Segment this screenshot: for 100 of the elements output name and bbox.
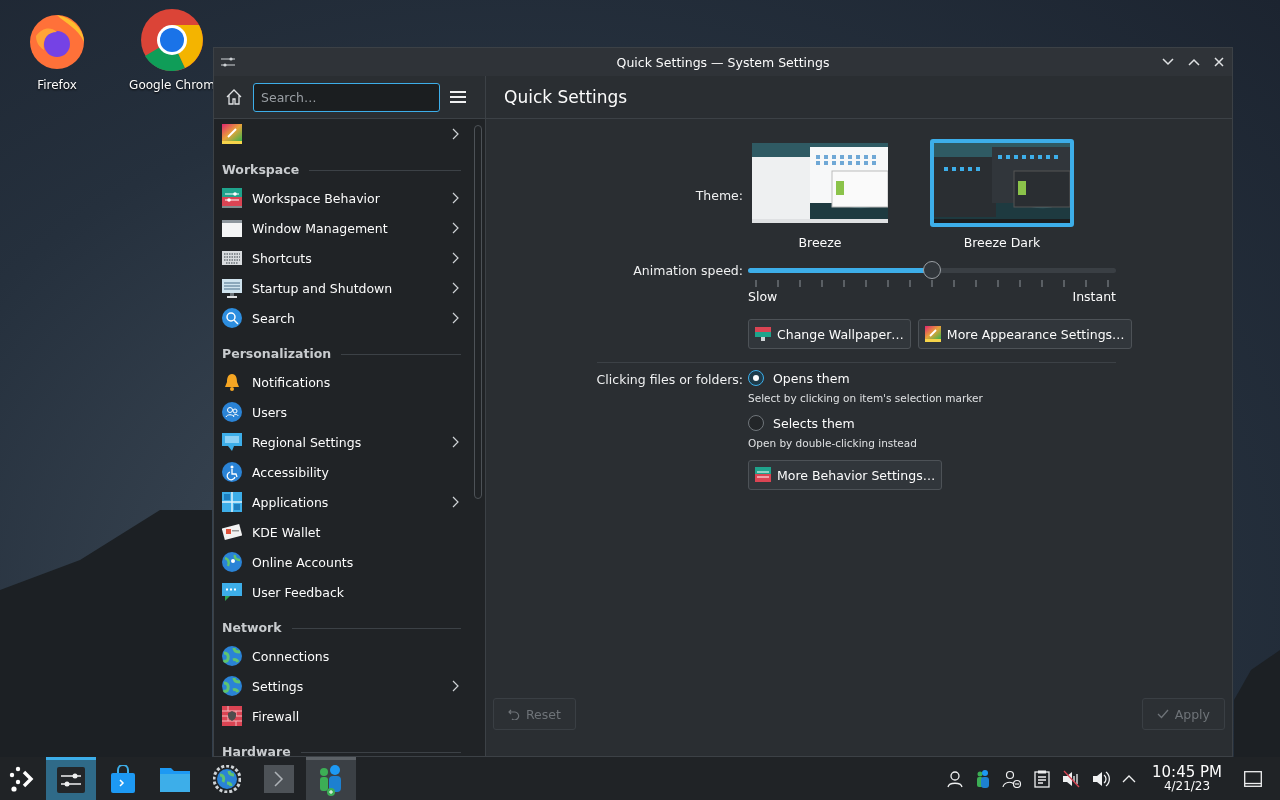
chevron-right-icon <box>452 222 459 234</box>
users-task-button[interactable] <box>306 757 356 800</box>
sliders-icon <box>222 188 242 208</box>
sidebar-item[interactable]: Startup and Shutdown <box>222 273 469 303</box>
section-header: Personalization <box>222 346 332 361</box>
monitor-icon <box>222 278 242 298</box>
option-hint: Select by clicking on item's selection marker <box>748 392 984 404</box>
sidebar-item-label: Applications <box>252 494 330 510</box>
close-icon[interactable] <box>1214 57 1224 67</box>
sidebar-item-label: Users <box>252 404 288 420</box>
show-desktop-icon[interactable] <box>1244 770 1262 787</box>
form-label: Clicking files or folders: <box>596 372 743 387</box>
search-icon <box>222 308 242 328</box>
slider-min-label: Slow <box>748 289 778 304</box>
sidebar-item[interactable]: Firewall <box>222 701 469 731</box>
chevron-right-icon <box>452 680 459 692</box>
terminal-icon <box>264 764 294 793</box>
page-title: Quick Settings <box>504 87 628 107</box>
sidebar-item-label: Accessibility <box>252 464 330 480</box>
user-minus-icon[interactable] <box>1002 769 1022 788</box>
muted-speaker-icon[interactable] <box>1062 769 1080 788</box>
radio-button[interactable] <box>748 370 764 386</box>
option-hint: Open by double-clicking instead <box>748 437 918 449</box>
sidebar-item[interactable]: Users <box>222 397 469 427</box>
radio-label[interactable]: Opens them <box>773 370 850 386</box>
brick-wall-icon <box>222 706 242 726</box>
chevron-right-icon <box>452 436 459 448</box>
slider-handle[interactable] <box>923 261 941 279</box>
sliders-icon <box>57 767 85 793</box>
form-label: Theme: <box>695 188 743 203</box>
bell-icon <box>222 372 242 392</box>
caret-up-icon[interactable] <box>1122 774 1136 783</box>
shopping-bag-icon <box>110 764 136 793</box>
sidebar-item-label: Settings <box>252 678 305 694</box>
sidebar-item[interactable]: Window Management <box>222 213 469 243</box>
globe-icon <box>222 646 242 666</box>
menu-icon[interactable] <box>450 90 466 104</box>
keyboard-icon <box>222 248 242 268</box>
sidebar-item[interactable]: Regional Settings <box>222 427 469 457</box>
globe-icon <box>222 552 242 572</box>
sidebar-item-label: Workspace Behavior <box>252 190 381 206</box>
chevron-right-icon <box>452 192 459 204</box>
clock[interactable]: 10:45 PM 4/21/23 <box>1152 765 1222 792</box>
sidebar-item-label: Startup and Shutdown <box>252 280 394 296</box>
minimize-icon[interactable] <box>1162 58 1174 66</box>
sidebar-item-label: Connections <box>252 648 331 664</box>
chevron-right-icon <box>452 496 459 508</box>
sidebar-item[interactable]: Notifications <box>222 367 469 397</box>
user-icon[interactable] <box>946 769 964 788</box>
speaker-icon[interactable] <box>1092 769 1110 788</box>
maximize-icon[interactable] <box>1188 58 1200 66</box>
window-icon <box>222 218 242 238</box>
sidebar-item[interactable]: Applications <box>222 487 469 517</box>
settings-task-button[interactable] <box>46 757 96 800</box>
app-icon[interactable] <box>140 8 204 72</box>
sidebar-item[interactable]: KDE Wallet <box>222 517 469 547</box>
folder-icon <box>160 765 190 792</box>
sliders-icon <box>221 56 235 68</box>
checkmark-icon <box>1156 709 1169 719</box>
speech-bubble-icon <box>222 432 242 452</box>
sidebar-item[interactable]: Workspace Behavior <box>222 183 469 213</box>
sidebar-item-label: KDE Wallet <box>252 524 322 540</box>
desktop-icon-label[interactable]: Firefox <box>37 78 77 92</box>
theme-name: Breeze Dark <box>963 235 1041 250</box>
sidebar-item-label: Window Management <box>252 220 389 236</box>
sidebar-item-label: Firewall <box>252 708 301 724</box>
palette-icon <box>924 326 941 342</box>
grid-icon <box>222 492 242 512</box>
home-icon[interactable] <box>225 88 243 106</box>
search-field[interactable]: Search… <box>253 82 440 112</box>
sidebar-item[interactable]: Online Accounts <box>222 547 469 577</box>
sidebar-item[interactable]: Shortcuts <box>222 243 469 273</box>
sidebar-item[interactable]: Connections <box>222 641 469 671</box>
change-wallpaper-button[interactable]: Change Wallpaper… <box>748 319 911 349</box>
radio-label[interactable]: Selects them <box>773 415 855 431</box>
clipboard-icon[interactable] <box>1034 769 1050 788</box>
sidebar-item-label: Shortcuts <box>252 250 313 266</box>
globe-icon <box>222 676 242 696</box>
sliders-icon <box>755 467 771 483</box>
chevron-right-icon <box>452 252 459 264</box>
sidebar-item[interactable]: User Feedback <box>222 577 469 607</box>
section-header: Workspace <box>222 162 300 177</box>
slider-max-label: Instant <box>1072 289 1116 304</box>
accessibility-icon <box>222 462 242 482</box>
sidebar-item-label: Notifications <box>252 374 332 390</box>
appearance-settings-button[interactable]: More Appearance Settings… <box>917 319 1132 349</box>
palette-icon <box>222 124 242 144</box>
chevron-right-icon <box>452 128 459 140</box>
sidebar-item[interactable]: Accessibility <box>222 457 469 487</box>
section-header: Hardware <box>222 744 291 756</box>
sidebar-item[interactable]: Settings <box>222 671 469 701</box>
sidebar-item[interactable]: Search <box>222 303 469 333</box>
users-icon[interactable] <box>976 768 990 789</box>
launcher-icon <box>9 765 35 792</box>
chevron-right-icon <box>452 312 459 324</box>
sidebar-item-label: Search <box>252 310 296 326</box>
radio-button[interactable] <box>748 415 764 431</box>
behavior-settings-button[interactable]: More Behavior Settings… <box>748 460 943 490</box>
chevron-right-icon <box>452 282 459 294</box>
slider[interactable] <box>748 261 1116 279</box>
